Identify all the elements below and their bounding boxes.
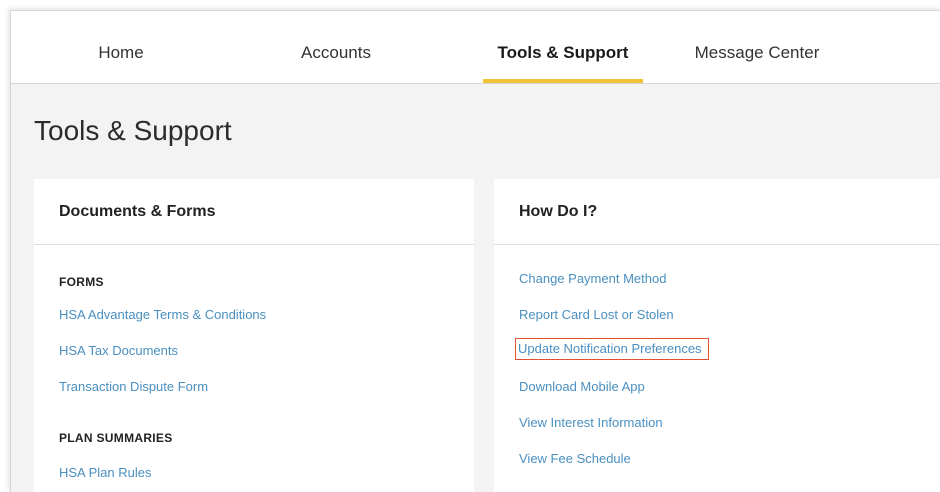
link-hsa-plan-rules[interactable]: HSA Plan Rules <box>59 465 152 480</box>
link-view-fee-schedule[interactable]: View Fee Schedule <box>519 451 631 466</box>
how-do-i-title: How Do I? <box>494 179 940 245</box>
link-change-payment-method[interactable]: Change Payment Method <box>519 271 666 286</box>
top-navigation: Home Accounts Tools & Support Message Ce… <box>11 11 940 84</box>
tab-tools-support-label: Tools & Support <box>497 43 629 62</box>
tab-tools-support[interactable]: Tools & Support <box>483 11 643 83</box>
link-hsa-tax-documents[interactable]: HSA Tax Documents <box>59 343 178 358</box>
forms-heading: FORMS <box>59 275 104 289</box>
link-hsa-terms[interactable]: HSA Advantage Terms & Conditions <box>59 307 266 322</box>
link-update-notification-preferences[interactable]: Update Notification Preferences <box>515 338 709 360</box>
plan-summaries-heading: PLAN SUMMARIES <box>59 431 173 445</box>
page-title: Tools & Support <box>34 115 232 146</box>
documents-forms-card: Documents & Forms FORMS HSA Advantage Te… <box>34 179 474 492</box>
link-download-mobile-app[interactable]: Download Mobile App <box>519 379 645 394</box>
link-view-interest-information[interactable]: View Interest Information <box>519 415 663 430</box>
active-tab-indicator <box>483 79 643 83</box>
app-window: Home Accounts Tools & Support Message Ce… <box>10 10 940 492</box>
link-report-card-lost[interactable]: Report Card Lost or Stolen <box>519 307 674 322</box>
highlight-box: Update Notification Preferences <box>515 338 709 360</box>
documents-forms-title: Documents & Forms <box>34 179 474 245</box>
how-do-i-card: How Do I? Change Payment Method Report C… <box>494 179 940 492</box>
tab-message-center[interactable]: Message Center <box>687 11 827 83</box>
link-transaction-dispute[interactable]: Transaction Dispute Form <box>59 379 208 394</box>
tab-home[interactable]: Home <box>85 11 157 83</box>
tab-accounts[interactable]: Accounts <box>291 11 381 83</box>
